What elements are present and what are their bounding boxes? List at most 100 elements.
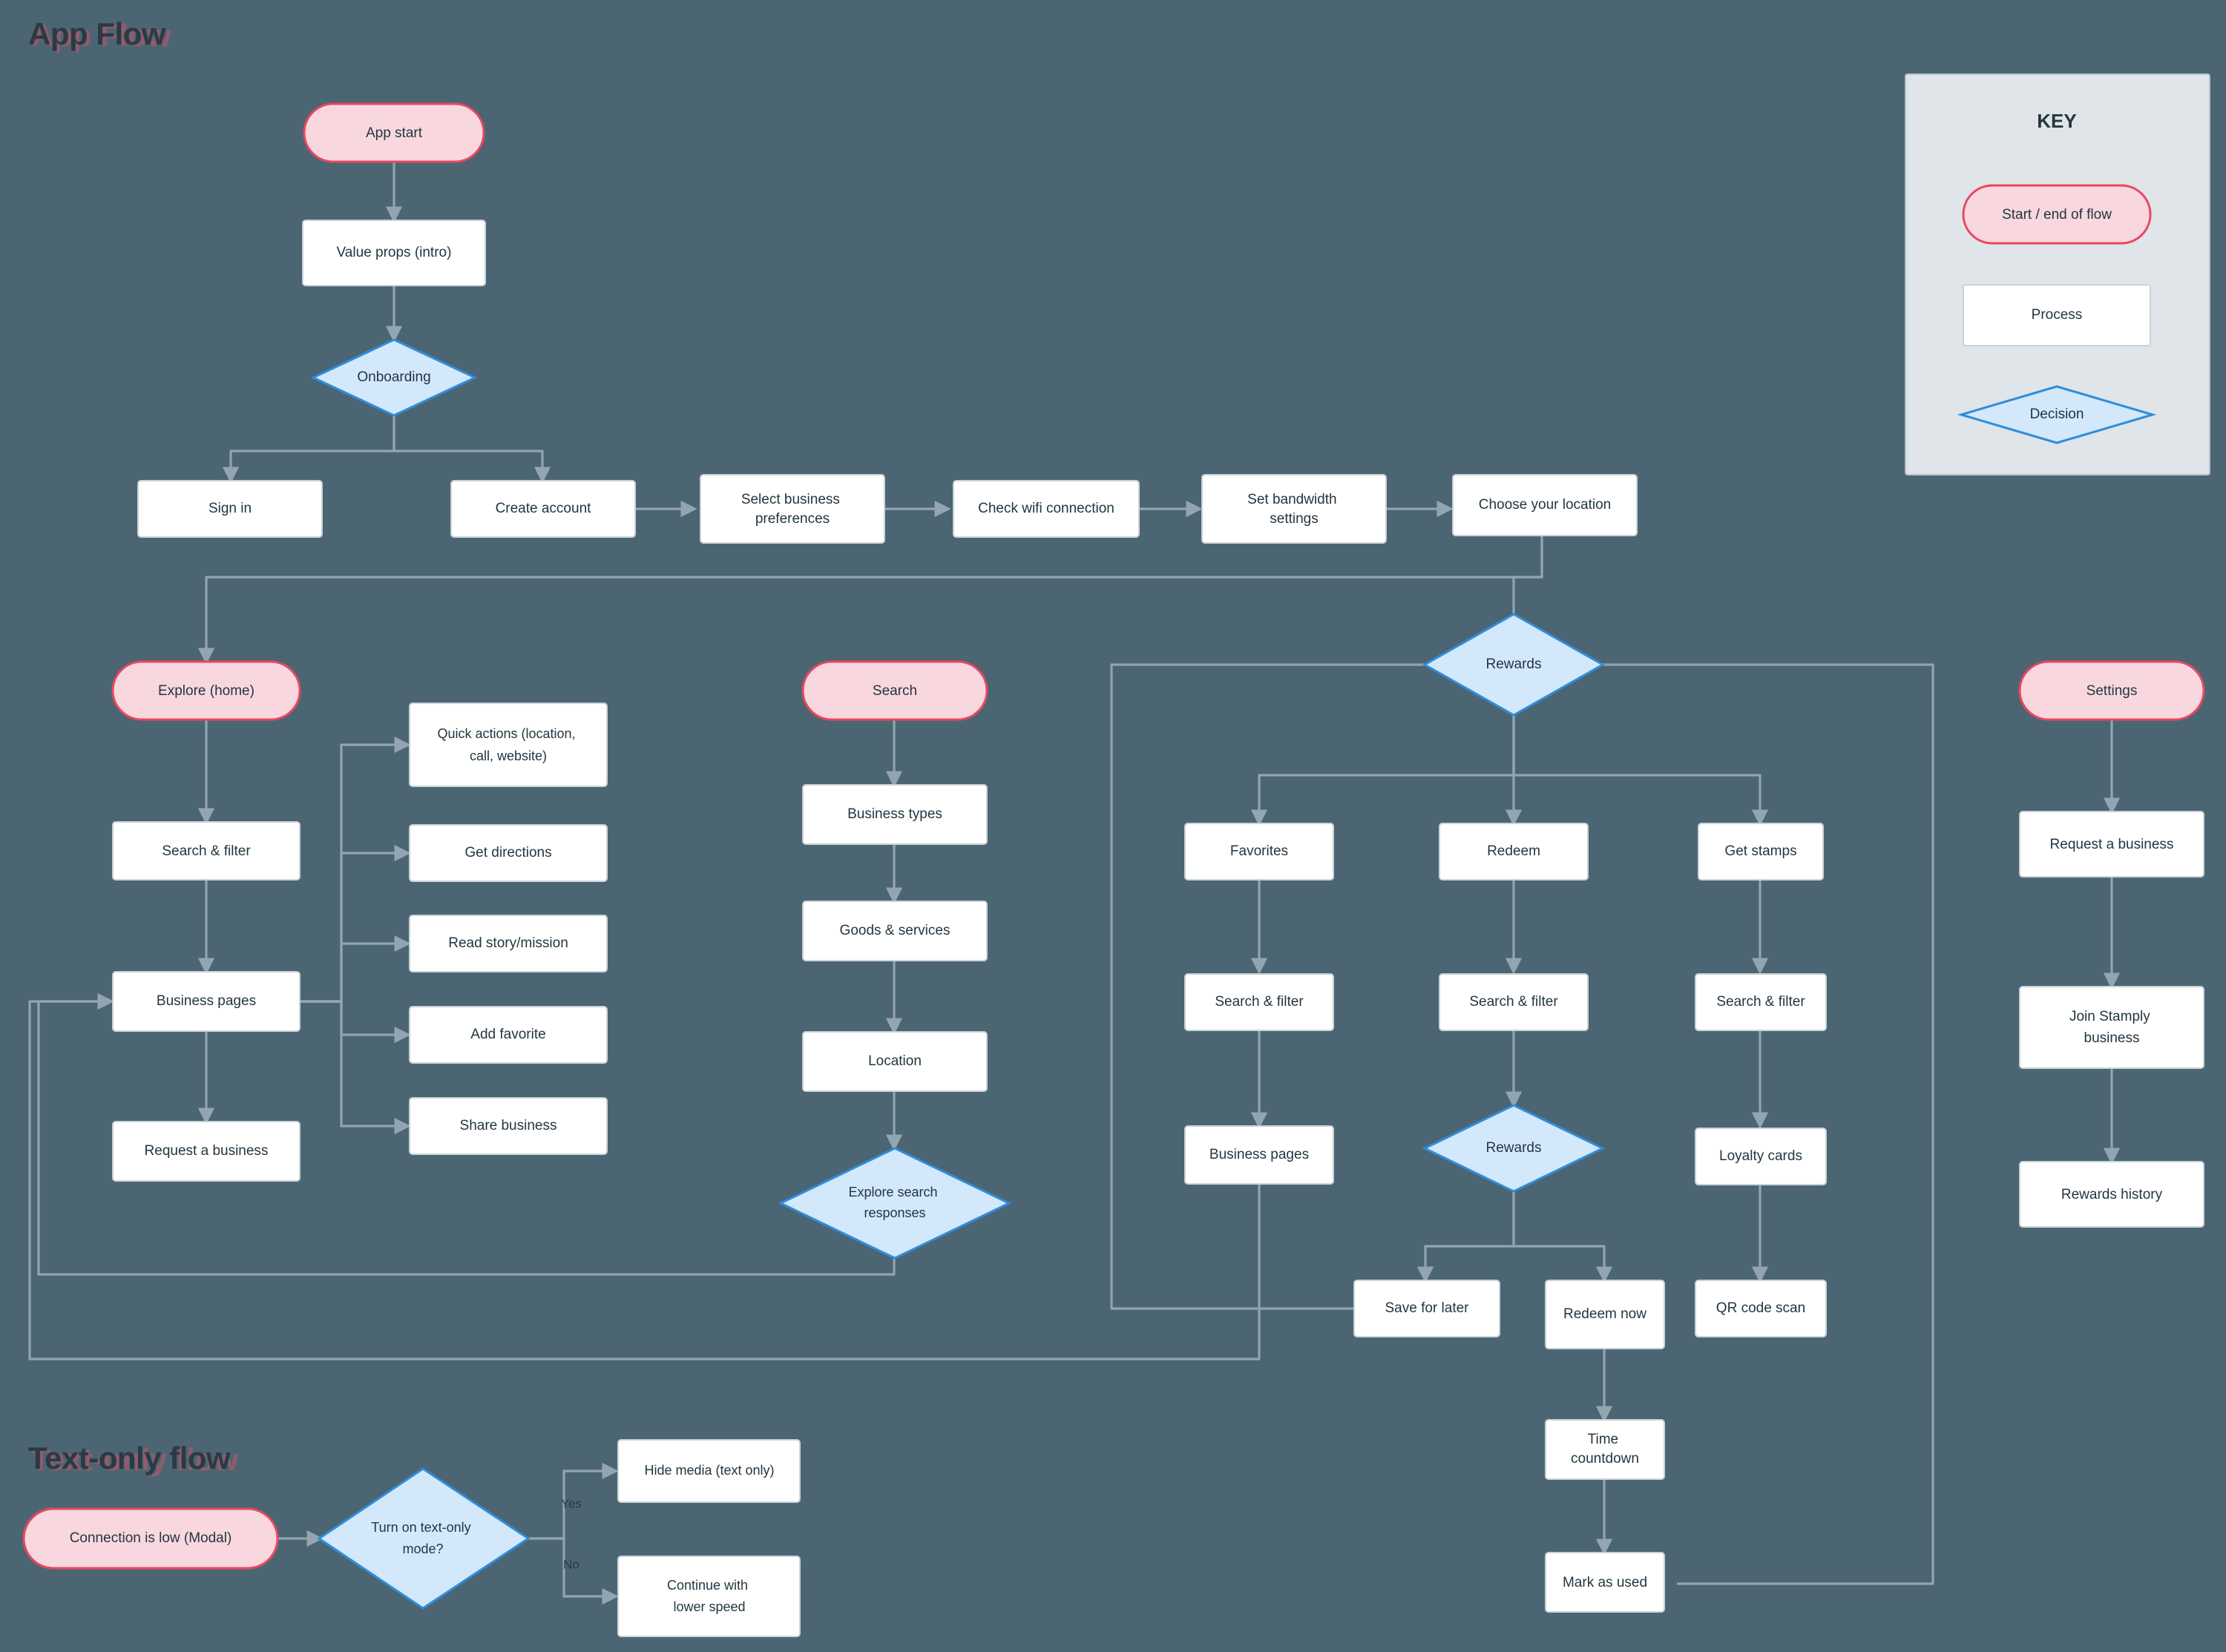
node-explore-search-responses[interactable]: Explore search responses [778,1147,1012,1260]
node-redeem-search-filter-label: Search & filter [1469,994,1558,1010]
edge-onboarding-createaccount [393,415,551,484]
node-location[interactable]: Location [802,1031,988,1092]
edge-chooselocation-explorehome [197,536,1543,665]
node-check-wifi-connection-label: Check wifi connection [978,501,1114,516]
node-stamps-search-filter[interactable]: Search & filter [1695,973,1827,1031]
node-add-favorite[interactable]: Add favorite [409,1006,608,1064]
node-favorites-business-pages[interactable]: Business pages [1184,1125,1334,1185]
node-sign-in-label: Sign in [209,501,252,516]
node-goods-services[interactable]: Goods & services [802,901,988,961]
node-rewards-2[interactable]: Rewards [1422,1104,1606,1193]
node-loyalty-cards-label: Loyalty cards [1719,1148,1802,1164]
edge-businesspages-addfavorite [298,1000,411,1044]
node-mark-as-used[interactable]: Mark as used [1545,1552,1665,1613]
node-app-start[interactable]: App start [303,102,485,163]
node-settings-label: Settings [2087,683,2138,699]
node-redeem-search-filter[interactable]: Search & filter [1439,973,1589,1031]
node-share-business[interactable]: Share business [409,1097,608,1155]
node-hide-media[interactable]: Hide media (text only) [617,1439,801,1503]
node-redeem[interactable]: Redeem [1439,823,1589,881]
node-get-directions[interactable]: Get directions [409,824,608,882]
node-business-types-label: Business types [847,806,942,822]
node-create-account-label: Create account [496,501,592,516]
edge-rewards2-redeemnow [1512,1178,1613,1283]
node-hide-media-label: Hide media (text only) [644,1463,774,1478]
node-settings-request-business[interactable]: Request a business [2019,811,2204,878]
node-explore-search-filter-label: Search & filter [162,843,251,859]
node-continue-lower-speed[interactable]: Continue with lower speed [617,1556,801,1637]
node-goods-services-label: Goods & services [840,923,951,938]
node-qr-code-scan-label: QR code scan [1716,1300,1805,1316]
node-read-story-mission[interactable]: Read story/mission [409,915,608,973]
flowchart-canvas: App Flow App Flow Text-only flow Text-on… [22,16,2210,1637]
node-share-business-label: Share business [460,1118,557,1133]
edge-label-yes: Yes [561,1496,582,1510]
node-choose-your-location[interactable]: Choose your location [1452,474,1638,536]
key-item-decision-label: Decision [2030,407,2084,422]
node-check-wifi-connection[interactable]: Check wifi connection [953,480,1140,538]
page-title: App Flow [28,16,166,51]
node-favorites-search-filter[interactable]: Search & filter [1184,973,1334,1031]
node-quick-actions[interactable]: Quick actions (location, call, website) [409,702,608,787]
node-qr-code-scan[interactable]: QR code scan [1695,1280,1827,1337]
node-rewards-label: Rewards [1486,656,1542,672]
section-title: Text-only flow [28,1441,231,1475]
key-item-terminator: Start / end of flow [1962,184,2152,245]
node-settings[interactable]: Settings [2018,660,2205,721]
node-time-countdown[interactable]: Time countdown [1545,1419,1665,1480]
node-turn-on-text-only-mode[interactable]: Turn on text-only mode? [317,1467,531,1610]
node-rewards-history[interactable]: Rewards history [2019,1161,2204,1228]
node-create-account[interactable]: Create account [450,480,636,538]
node-explore-request-business-label: Request a business [145,1143,269,1159]
node-sign-in[interactable]: Sign in [137,480,323,538]
key-item-process-label: Process [2032,307,2083,323]
node-onboarding-label: Onboarding [357,369,430,385]
node-save-for-later[interactable]: Save for later [1353,1280,1500,1337]
node-stamps-search-filter-label: Search & filter [1716,994,1805,1010]
node-connection-is-low-label: Connection is low (Modal) [70,1530,232,1546]
key-title: KEY [2037,110,2076,132]
node-rewards[interactable]: Rewards [1422,613,1606,717]
node-save-for-later-label: Save for later [1385,1300,1470,1316]
edge-businesspages-quickactions [298,736,411,1003]
node-explore-business-pages[interactable]: Business pages [112,971,301,1032]
node-mark-as-used-label: Mark as used [1563,1575,1647,1590]
node-redeem-now-label: Redeem now [1563,1306,1646,1322]
node-redeem-label: Redeem [1487,843,1540,859]
node-join-stamply-business[interactable]: Join Stamply business [2019,986,2204,1069]
section-title-text-only-flow: Text-only flow Text-only flow [28,1441,239,1477]
node-value-props[interactable]: Value props (intro) [302,220,486,286]
edge-onboarding-signin [222,415,395,484]
edge-businesspages-readstory [298,935,411,1003]
node-get-stamps[interactable]: Get stamps [1698,823,1824,881]
node-connection-is-low[interactable]: Connection is low (Modal) [22,1507,279,1570]
node-settings-request-business-label: Request a business [2050,837,2174,852]
edge-businesspages-getdirections [298,844,411,1003]
node-favorites-business-pages-label: Business pages [1209,1147,1309,1162]
node-get-stamps-label: Get stamps [1724,843,1796,859]
edge-rewards2-saveforlater [1416,1178,1515,1283]
node-onboarding[interactable]: Onboarding [310,338,478,417]
node-redeem-now[interactable]: Redeem now [1545,1280,1665,1349]
node-loyalty-cards[interactable]: Loyalty cards [1695,1128,1827,1185]
node-explore-home[interactable]: Explore (home) [111,660,301,721]
node-search[interactable]: Search [801,660,988,721]
node-favorites-label: Favorites [1230,843,1288,859]
node-business-types[interactable]: Business types [802,784,988,845]
node-explore-business-pages-label: Business pages [157,993,256,1009]
node-select-business-preferences[interactable]: Select business preferences [700,474,885,544]
edge-rewards-getstamps [1512,705,1769,826]
node-choose-your-location-label: Choose your location [1479,497,1612,513]
node-search-label: Search [873,683,917,699]
node-explore-search-filter[interactable]: Search & filter [112,821,301,881]
node-rewards-2-label: Rewards [1486,1140,1542,1156]
node-set-bandwidth-settings[interactable]: Set bandwidth settings [1201,474,1387,544]
node-get-directions-label: Get directions [464,845,551,860]
node-read-story-mission-label: Read story/mission [448,935,568,951]
node-explore-home-label: Explore (home) [158,683,255,699]
node-favorites[interactable]: Favorites [1184,823,1334,881]
node-value-props-label: Value props (intro) [337,245,452,260]
key-item-process: Process [1963,284,2151,346]
key-item-terminator-label: Start / end of flow [2002,207,2112,223]
node-explore-request-business[interactable]: Request a business [112,1121,301,1182]
